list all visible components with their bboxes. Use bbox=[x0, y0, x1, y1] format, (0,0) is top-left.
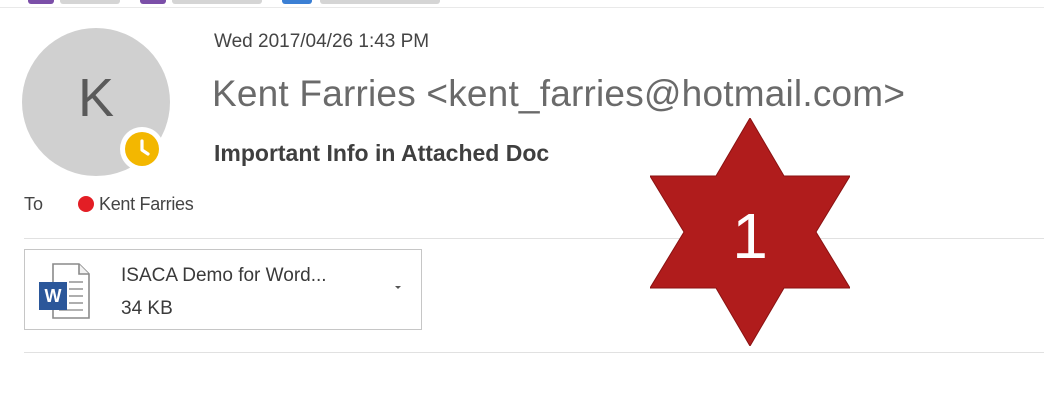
email-reading-pane: K Wed 2017/04/26 1:43 PM Kent Farries <k… bbox=[0, 0, 1044, 393]
chevron-down-icon[interactable] bbox=[389, 280, 407, 294]
svg-text:W: W bbox=[45, 286, 62, 306]
header-divider bbox=[24, 238, 1044, 239]
body-divider bbox=[24, 352, 1044, 353]
avatar-initial: K bbox=[77, 68, 115, 128]
toolbar-divider bbox=[0, 7, 1044, 8]
attachment-size: 34 KB bbox=[121, 298, 173, 319]
sent-date: Wed 2017/04/26 1:43 PM bbox=[214, 31, 430, 52]
recipient-name: Kent Farries bbox=[99, 194, 194, 214]
email-subject: Important Info in Attached Doc bbox=[214, 140, 550, 166]
attachment-card[interactable]: W ISACA Demo for Word... 34 KB bbox=[24, 249, 422, 330]
to-label: To bbox=[24, 194, 44, 214]
toolbar-cutoff bbox=[20, 0, 490, 6]
presence-away-badge bbox=[120, 127, 164, 171]
attachment-name: ISACA Demo for Word... bbox=[121, 265, 327, 286]
clock-icon bbox=[140, 139, 150, 156]
recipient-chip[interactable]: Kent Farries bbox=[78, 192, 194, 216]
presence-busy-dot bbox=[78, 196, 94, 212]
word-document-icon: W bbox=[39, 263, 90, 319]
step-marker-star: 1 bbox=[650, 118, 850, 346]
step-number: 1 bbox=[732, 200, 768, 272]
sender-name[interactable]: Kent Farries <kent_farries@hotmail.com> bbox=[212, 70, 905, 118]
